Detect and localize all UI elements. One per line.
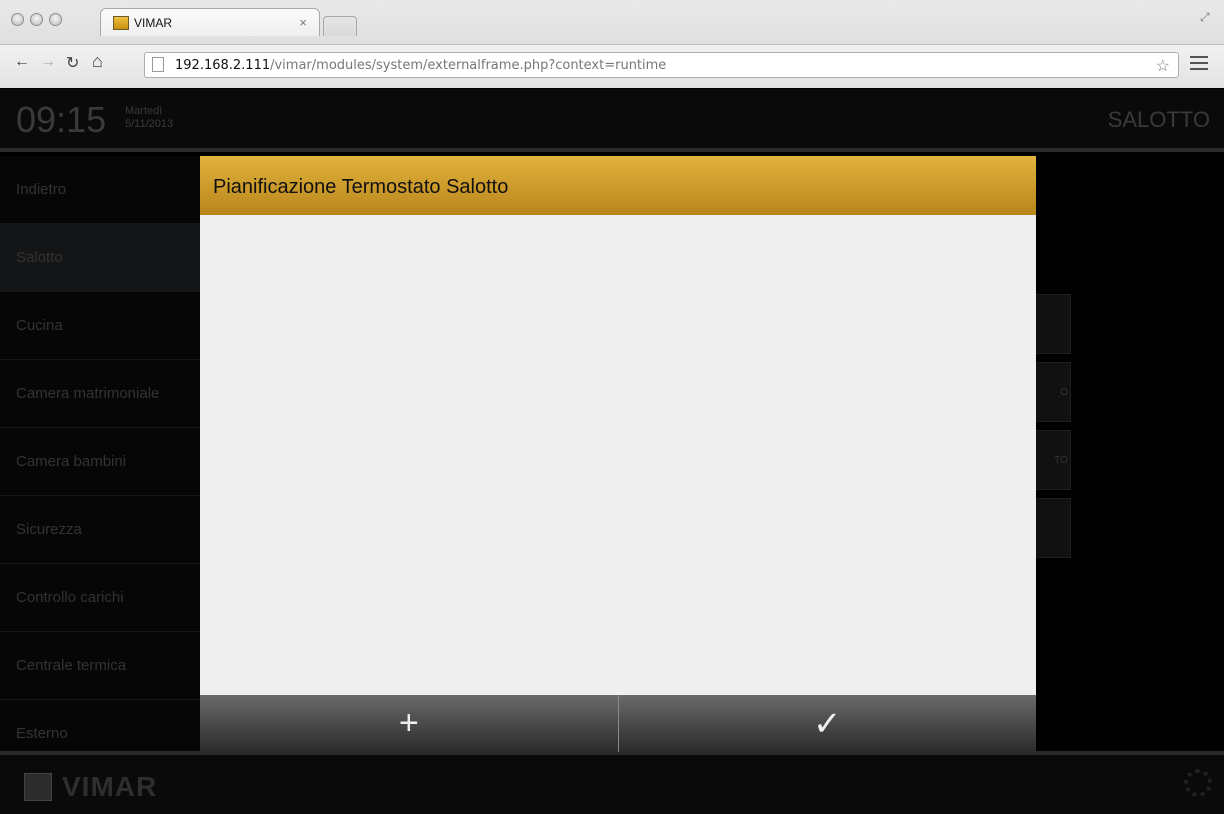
brand-text: VIMAR xyxy=(62,771,158,802)
zoom-window-button[interactable] xyxy=(49,13,62,26)
url-host: 192.168.2.111 xyxy=(175,58,271,73)
vimar-logo-icon xyxy=(24,773,52,801)
tab-title: VIMAR xyxy=(134,16,173,30)
settings-gear-icon[interactable] xyxy=(1184,769,1212,797)
app-footer: VIMAR xyxy=(0,751,1224,814)
vimar-favicon-icon xyxy=(113,16,129,30)
schedule-dialog: Pianificazione Termostato Salotto + ✓ xyxy=(200,156,1036,752)
browser-chrome: VIMAR × ⤢ ← → ↻ ⌂ 192.168.2.111/vimar/mo… xyxy=(0,0,1224,88)
background-control[interactable]: O xyxy=(1035,362,1071,422)
sidebar-item-controllo-carichi[interactable]: Controllo carichi xyxy=(0,564,210,632)
dialog-title: Pianificazione Termostato Salotto xyxy=(213,176,509,198)
browser-tab[interactable]: VIMAR × xyxy=(100,8,320,36)
sidebar-item-camera-matrimoniale[interactable]: Camera matrimoniale xyxy=(0,360,210,428)
app-header: 09:15 Martedì 5/11/2013 SALOTTO xyxy=(0,89,1224,152)
menu-icon[interactable] xyxy=(1190,56,1208,72)
sidebar-item-camera-bambini[interactable]: Camera bambini xyxy=(0,428,210,496)
weekday: Martedì xyxy=(125,105,163,117)
url-text: 192.168.2.111/vimar/modules/system/exter… xyxy=(175,58,666,73)
sidebar-item-cucina[interactable]: Cucina xyxy=(0,292,210,360)
dialog-body xyxy=(200,215,1036,695)
background-controls: O TO xyxy=(1035,294,1071,566)
back-icon[interactable]: ← xyxy=(14,53,30,71)
background-control[interactable]: TO xyxy=(1035,430,1071,490)
page-icon xyxy=(152,57,164,72)
sidebar: Indietro Salotto Cucina Camera matrimoni… xyxy=(0,156,210,768)
background-control[interactable] xyxy=(1035,294,1071,354)
home-icon[interactable]: ⌂ xyxy=(92,51,103,72)
room-title: SALOTTO xyxy=(1107,107,1210,132)
new-tab-button[interactable] xyxy=(323,16,357,36)
forward-icon[interactable]: → xyxy=(40,53,56,71)
date: 5/11/2013 xyxy=(125,118,174,130)
dialog-footer: + ✓ xyxy=(200,695,1036,752)
date-block: Martedì 5/11/2013 xyxy=(125,105,173,131)
tab-close-button[interactable]: × xyxy=(299,15,307,30)
dialog-header: Pianificazione Termostato Salotto xyxy=(200,156,1036,215)
checkmark-icon: ✓ xyxy=(813,704,842,743)
clock: 09:15 xyxy=(16,99,107,140)
add-button[interactable]: + xyxy=(200,695,619,752)
sidebar-item-sicurezza[interactable]: Sicurezza xyxy=(0,496,210,564)
close-window-button[interactable] xyxy=(11,13,24,26)
vimar-logo: VIMAR xyxy=(24,771,157,803)
url-path: /vimar/modules/system/externalframe.php?… xyxy=(270,58,667,73)
plus-icon: + xyxy=(398,704,419,742)
sidebar-item-indietro[interactable]: Indietro xyxy=(0,156,210,224)
star-icon[interactable]: ☆ xyxy=(1156,56,1170,76)
confirm-button[interactable]: ✓ xyxy=(619,695,1037,752)
sidebar-item-salotto[interactable]: Salotto xyxy=(0,224,210,292)
minimize-window-button[interactable] xyxy=(30,13,43,26)
sidebar-item-centrale-termica[interactable]: Centrale termica xyxy=(0,632,210,700)
reload-icon[interactable]: ↻ xyxy=(66,53,79,73)
window-controls xyxy=(11,13,62,26)
address-bar[interactable]: 192.168.2.111/vimar/modules/system/exter… xyxy=(144,52,1179,78)
background-control[interactable] xyxy=(1035,498,1071,558)
fullscreen-icon[interactable]: ⤢ xyxy=(1200,10,1214,24)
